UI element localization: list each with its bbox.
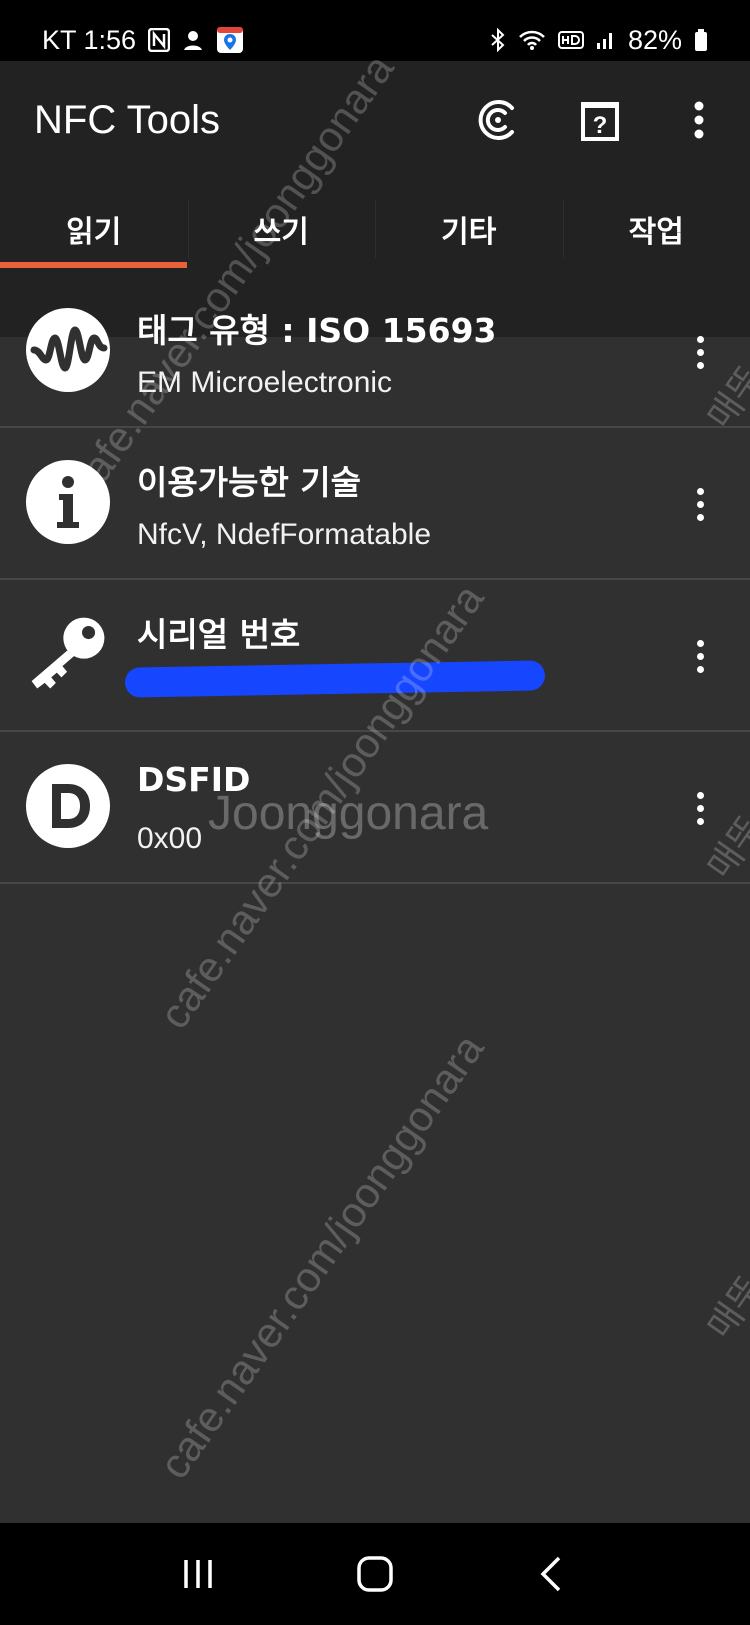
row-title: 태그 유형 : ISO 15693 — [137, 311, 497, 350]
wifi-icon — [518, 29, 546, 51]
home-button[interactable] — [345, 1544, 405, 1604]
row-title: 이용가능한 기술 — [137, 463, 362, 502]
row-value: EM Microelectronic — [137, 366, 393, 399]
row-menu-button[interactable] — [690, 324, 710, 380]
row-title: 시리얼 번호 — [137, 615, 301, 654]
svg-text:?: ? — [593, 112, 608, 139]
row-menu-button[interactable] — [690, 628, 710, 684]
row-menu-button[interactable] — [690, 476, 710, 532]
back-button[interactable] — [522, 1544, 582, 1604]
recents-button[interactable] — [168, 1544, 228, 1604]
notification-icon — [182, 28, 204, 52]
list-item-tag-type[interactable]: 태그 유형 : ISO 15693 EM Microelectronic — [0, 276, 750, 428]
tab-write[interactable]: 쓰기 — [187, 190, 376, 268]
history-icon[interactable] — [470, 92, 526, 148]
watermark-side: 매뚜 — [699, 1268, 750, 1347]
list-item-technologies[interactable]: 이용가능한 기술 NfcV, NdefFormatable — [0, 428, 750, 580]
list-item-serial-number[interactable]: 시리얼 번호 — [0, 580, 750, 732]
carrier-time: KT 1:56 — [42, 24, 137, 55]
help-icon[interactable]: ? — [572, 92, 628, 148]
overflow-menu-icon[interactable] — [671, 92, 727, 148]
tab-other[interactable]: 기타 — [375, 190, 563, 268]
hd-icon — [557, 29, 584, 51]
bluetooth-icon — [490, 28, 506, 52]
selected-tab-indicator — [0, 262, 187, 268]
list-item-dsfid[interactable]: DSFID 0x00 — [0, 732, 750, 884]
watermark-text: cafe.naver.com/joonggonara — [150, 1025, 493, 1487]
wave-icon — [26, 308, 110, 392]
info-icon — [26, 460, 110, 544]
row-menu-button[interactable] — [690, 780, 710, 836]
signal-icon — [596, 29, 616, 51]
status-right: 82% — [490, 25, 708, 56]
app-title: NFC Tools — [34, 98, 220, 142]
status-left: KT 1:56 — [42, 25, 244, 56]
tab-tasks[interactable]: 작업 — [562, 190, 750, 268]
maps-icon — [216, 26, 244, 54]
key-icon — [26, 612, 110, 696]
nfc-icon — [148, 28, 171, 52]
tab-read[interactable]: 읽기 — [0, 190, 188, 268]
row-value: NfcV, NdefFormatable — [137, 518, 432, 551]
d-letter-icon — [26, 764, 110, 848]
system-nav-bar — [0, 1523, 750, 1625]
tab-bar: 읽기 쓰기 기타 작업 — [0, 190, 750, 268]
tag-info-list: 태그 유형 : ISO 15693 EM Microelectronic 이용가… — [0, 276, 750, 884]
row-value: 0x00 — [137, 822, 203, 855]
battery-icon — [694, 28, 708, 52]
redaction-mark — [124, 660, 546, 698]
row-title: DSFID — [137, 760, 251, 799]
battery-percent: 82% — [627, 24, 682, 55]
